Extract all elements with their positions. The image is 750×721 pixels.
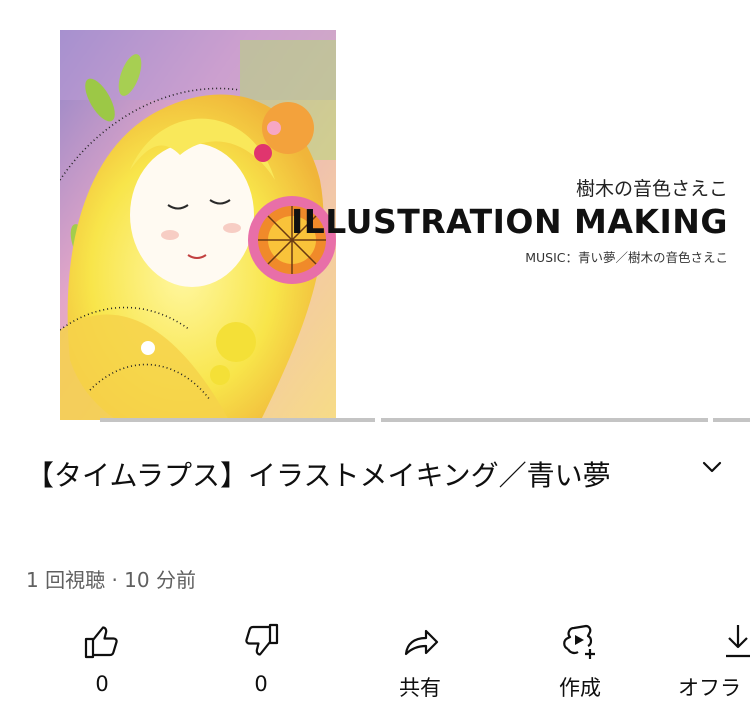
video-title[interactable]: 【タイムラプス】イラストメイキング／青い夢 (26, 446, 646, 506)
action-bar: 0 0 共有 作成 オフラ (0, 615, 750, 721)
like-button[interactable]: 0 (42, 615, 162, 705)
video-player[interactable]: 樹木の音色さえこ ILLUSTRATION MAKING MUSIC：青い夢／樹… (0, 0, 750, 420)
share-button[interactable]: 共有 (360, 615, 480, 705)
like-count: 0 (95, 672, 109, 696)
expand-description-button[interactable] (694, 452, 730, 482)
create-label: 作成 (559, 676, 601, 700)
thumbs-up-icon (84, 626, 118, 659)
channel-brand-jp: 樹木の音色さえこ (575, 178, 728, 200)
thumbnail-title: ILLUSTRATION MAKING (290, 202, 728, 241)
remix-plus-icon (563, 624, 595, 659)
dislike-count: 0 (254, 672, 268, 696)
share-arrow-icon (404, 629, 439, 656)
download-label: オフラ (678, 676, 741, 700)
view-count-and-date: 1 回視聴 · 10 分前 (26, 568, 196, 592)
chapter-segment[interactable] (381, 418, 708, 422)
chapter-progress-bar[interactable] (0, 418, 750, 423)
chapter-segment[interactable] (100, 418, 375, 422)
download-icon (726, 625, 750, 658)
music-credit: MUSIC：青い夢／樹木の音色さえこ (525, 250, 728, 265)
create-button[interactable]: 作成 (520, 615, 640, 705)
chapter-segment[interactable] (713, 418, 750, 422)
download-button[interactable]: オフラ (676, 615, 750, 705)
dislike-button[interactable]: 0 (201, 615, 321, 705)
thumbs-down-icon (245, 623, 279, 656)
share-label: 共有 (399, 676, 441, 700)
chevron-down-icon (702, 461, 722, 473)
